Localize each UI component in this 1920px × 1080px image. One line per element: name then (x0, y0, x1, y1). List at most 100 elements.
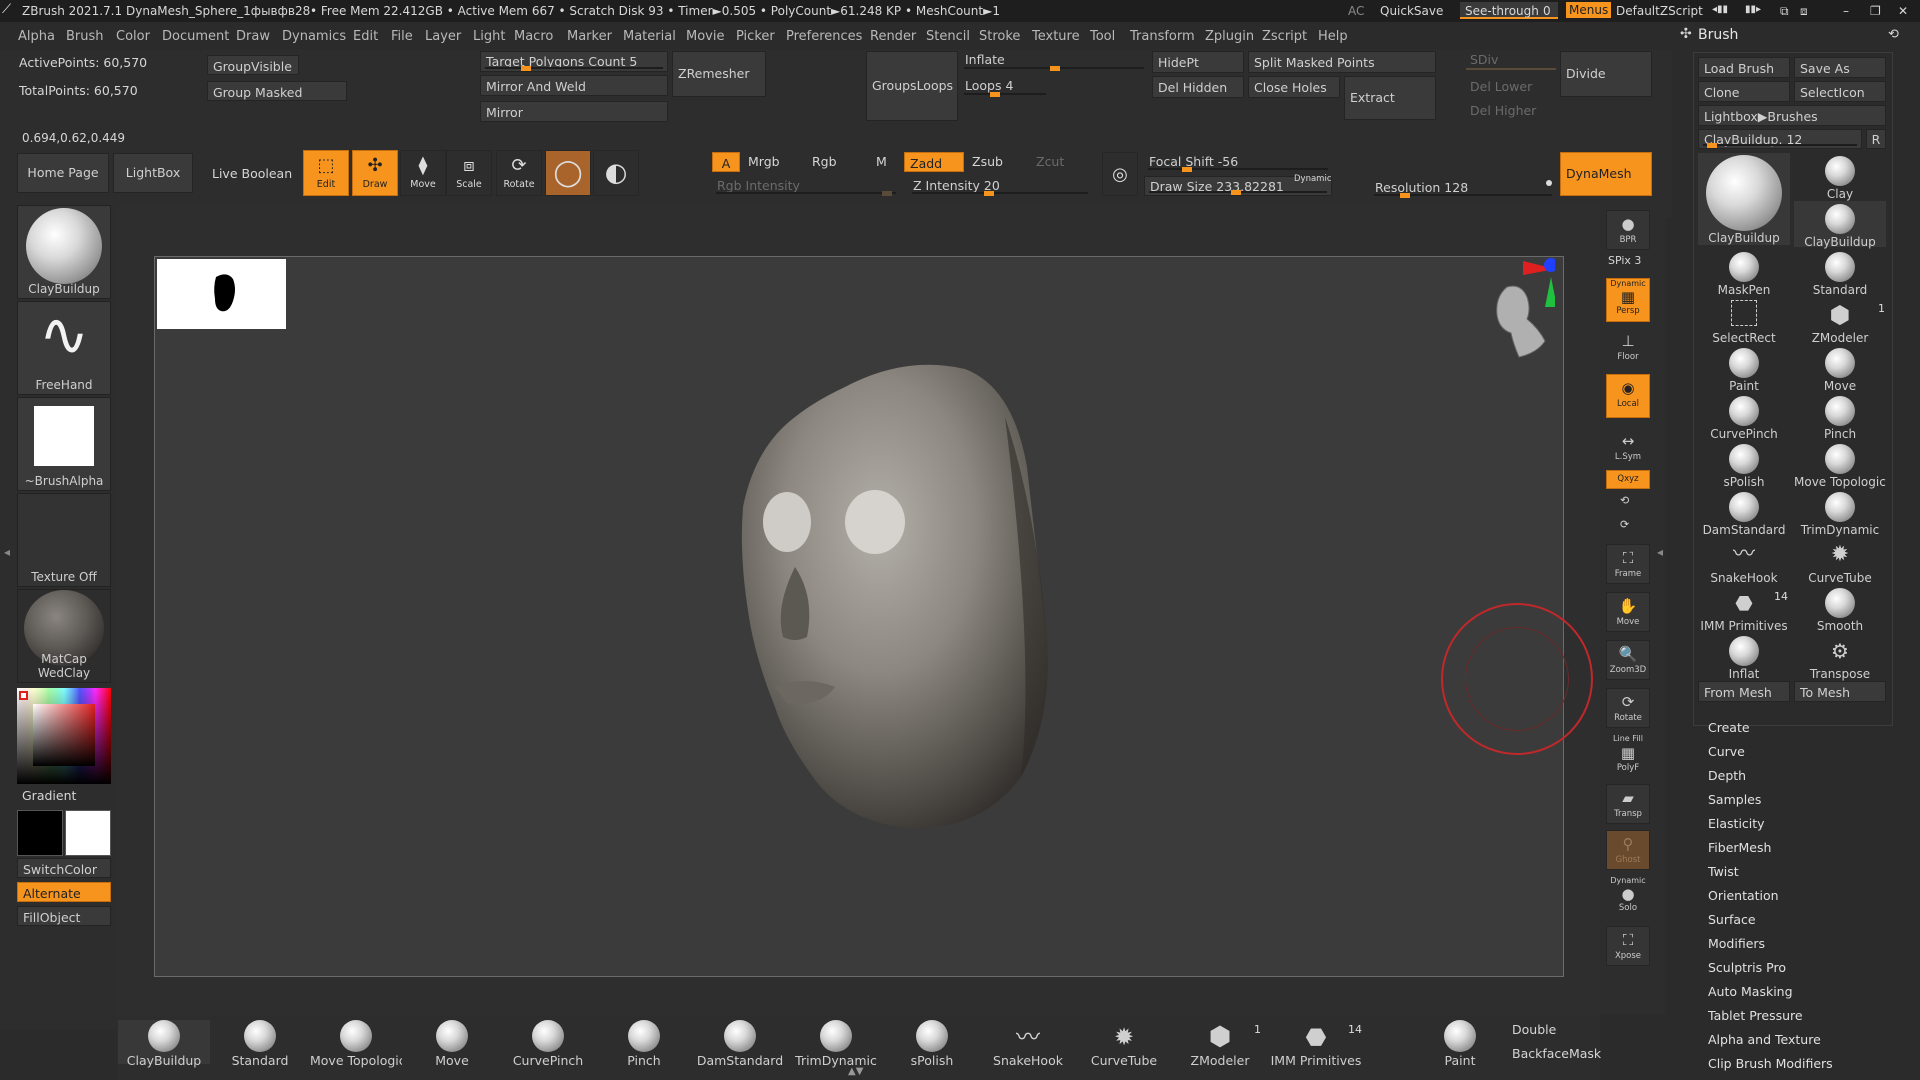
z-intensity-slider[interactable]: Z Intensity 20 (908, 176, 1092, 196)
brush-paint[interactable]: Paint (1698, 345, 1790, 393)
brush-move-topological[interactable]: Move Topologica (1794, 441, 1886, 489)
close-icon[interactable]: ✕ (1898, 4, 1908, 18)
minimize-icon[interactable]: – (1843, 4, 1849, 18)
secondary-color-swatch[interactable] (65, 810, 111, 856)
lsym-button[interactable]: ↔ L.Sym (1606, 428, 1650, 468)
rotate-mode-button[interactable]: ⟳ Rotate (496, 150, 542, 196)
menu-tool[interactable]: Tool (1090, 29, 1115, 44)
menu-brush[interactable]: Brush (66, 29, 104, 44)
bottom-brush-curvepinch[interactable]: CurvePinch (502, 1020, 594, 1068)
dynamesh-head-model[interactable] (735, 357, 1115, 837)
persp-button[interactable]: Dynamic ▦ Persp (1606, 278, 1650, 322)
live-boolean-button[interactable]: Live Boolean (212, 166, 292, 181)
alternate-button[interactable]: Alternate (17, 882, 111, 902)
home-page-button[interactable]: Home Page (17, 153, 109, 193)
layout-icon[interactable]: ⧉ (1780, 4, 1789, 19)
subpalette-modifiers[interactable]: Modifiers (1708, 936, 1765, 951)
subpalette-auto-masking[interactable]: Auto Masking (1708, 984, 1793, 999)
menu-stencil[interactable]: Stencil (926, 29, 970, 44)
draw-button[interactable]: ✣ Draw (352, 150, 398, 196)
clone-button[interactable]: Clone (1698, 81, 1790, 102)
material-thumb[interactable]: MatCap WedClay (17, 589, 111, 683)
brush-smooth[interactable]: Smooth (1794, 585, 1886, 633)
bottom-brush-damstandard[interactable]: DamStandard (694, 1020, 786, 1068)
local-button[interactable]: ◉ Local (1606, 374, 1650, 418)
menu-alpha[interactable]: Alpha (18, 29, 55, 44)
subpalette-samples[interactable]: Samples (1708, 792, 1761, 807)
menu-dynamics[interactable]: Dynamics (282, 29, 346, 44)
brush-move[interactable]: Move (1794, 345, 1886, 393)
group-visible-button[interactable]: GroupVisible (207, 55, 299, 75)
m-button[interactable]: M (876, 154, 887, 169)
close-holes-button[interactable]: Close Holes (1248, 76, 1340, 98)
palette-reset-icon[interactable]: ⟲ (1888, 27, 1899, 42)
brush-damstandard[interactable]: DamStandard (1698, 489, 1790, 537)
loops-slider[interactable]: Loops 4 (960, 76, 1050, 97)
bpr-button[interactable]: ● BPR (1606, 210, 1650, 250)
hidept-button[interactable]: HidePt (1152, 51, 1244, 73)
navigation-cube[interactable] (1475, 257, 1555, 372)
menu-file[interactable]: File (391, 29, 413, 44)
subpalette-depth[interactable]: Depth (1708, 768, 1746, 783)
stroke-thumb[interactable]: ∿ FreeHand (17, 301, 111, 395)
menu-render[interactable]: Render (870, 29, 916, 44)
lazy-mouse-button[interactable]: ◎ (1102, 152, 1138, 196)
brush-zmodeler[interactable]: ⬢ ZModeler (1794, 297, 1886, 345)
floor-button[interactable]: ⊥ Floor (1606, 328, 1650, 368)
menu-document[interactable]: Document (162, 29, 229, 44)
restore-icon[interactable]: ❐ (1870, 4, 1881, 18)
focal-shift-slider[interactable]: Focal Shift -56 (1144, 152, 1332, 172)
subpalette-fibermesh[interactable]: FiberMesh (1708, 840, 1771, 855)
bottom-brush-standard[interactable]: Standard (214, 1020, 306, 1068)
bottom-brush-move[interactable]: Move (406, 1020, 498, 1068)
backfacemask-button[interactable]: BackfaceMask (1512, 1046, 1601, 1061)
to-mesh-button[interactable]: To Mesh (1794, 681, 1886, 702)
xpose-button[interactable]: ⛶ Xpose (1606, 926, 1650, 966)
bottom-brush-zmodeler[interactable]: ⬢ ZModeler (1174, 1020, 1266, 1068)
material-sphere-button[interactable]: ◯ (545, 150, 591, 196)
primary-color-swatch[interactable] (17, 810, 63, 856)
from-mesh-button[interactable]: From Mesh (1698, 681, 1790, 702)
zcut-button[interactable]: Zcut (1036, 154, 1064, 169)
del-higher-button[interactable]: Del Higher (1470, 103, 1536, 118)
inflate-slider[interactable]: Inflate (960, 50, 1148, 71)
group-masked-button[interactable]: Group Masked (207, 81, 347, 101)
ghost-button[interactable]: ⚲ Ghost (1606, 830, 1650, 870)
mirror-button[interactable]: Mirror (480, 101, 668, 122)
spix-slider[interactable]: SPix 3 (1608, 254, 1641, 267)
subpalette-tablet-pressure[interactable]: Tablet Pressure (1708, 1008, 1803, 1023)
menu-edit[interactable]: Edit (353, 29, 378, 44)
menu-picker[interactable]: Picker (736, 29, 775, 44)
bottom-brush-move-topological[interactable]: Move Topologica (310, 1020, 402, 1068)
menu-help[interactable]: Help (1318, 29, 1348, 44)
menu-texture[interactable]: Texture (1032, 29, 1080, 44)
texture-thumb[interactable]: Texture Off (17, 493, 111, 587)
rotate-y-icon[interactable]: ⟲ (1620, 494, 1629, 507)
sdiv-slider[interactable]: SDiv (1470, 52, 1498, 67)
mrgb-sphere-button[interactable]: ◐ (593, 150, 639, 196)
dynamic-toggle[interactable]: Dynamic (1294, 174, 1332, 184)
rotate-view-button[interactable]: ⟳ Rotate (1606, 688, 1650, 728)
menu-draw[interactable]: Draw (236, 29, 270, 44)
brush-clay[interactable]: Clay (1794, 153, 1886, 201)
zsub-button[interactable]: Zsub (972, 154, 1003, 169)
mrgb-button[interactable]: Mrgb (748, 154, 780, 169)
subpalette-surface[interactable]: Surface (1708, 912, 1756, 927)
menu-layer[interactable]: Layer (425, 29, 461, 44)
gradient-button[interactable]: Gradient (22, 788, 76, 803)
brush-spolish[interactable]: sPolish (1698, 441, 1790, 489)
collapse-left-icon[interactable]: ◂ (4, 545, 10, 559)
scroll-left-icon[interactable]: ◂▮▮ (1712, 4, 1728, 15)
subpalette-create[interactable]: Create (1708, 720, 1750, 735)
subpalette-curve[interactable]: Curve (1708, 744, 1745, 759)
brush-trimdynamic[interactable]: TrimDynamic (1794, 489, 1886, 537)
lightbox-brushes-button[interactable]: Lightbox▶Brushes (1698, 105, 1886, 126)
subpalette-sculptris-pro[interactable]: Sculptris Pro (1708, 960, 1786, 975)
rgb-button[interactable]: Rgb (812, 154, 837, 169)
fillobject-button[interactable]: FillObject (17, 906, 111, 926)
brush-selectrect[interactable]: SelectRect (1698, 297, 1790, 345)
menu-zscript[interactable]: Zscript (1262, 29, 1307, 44)
solo-button[interactable]: Dynamic ● Solo (1606, 876, 1650, 920)
color-picker-square[interactable] (33, 704, 95, 766)
rotate-z-icon[interactable]: ⟳ (1620, 518, 1629, 531)
